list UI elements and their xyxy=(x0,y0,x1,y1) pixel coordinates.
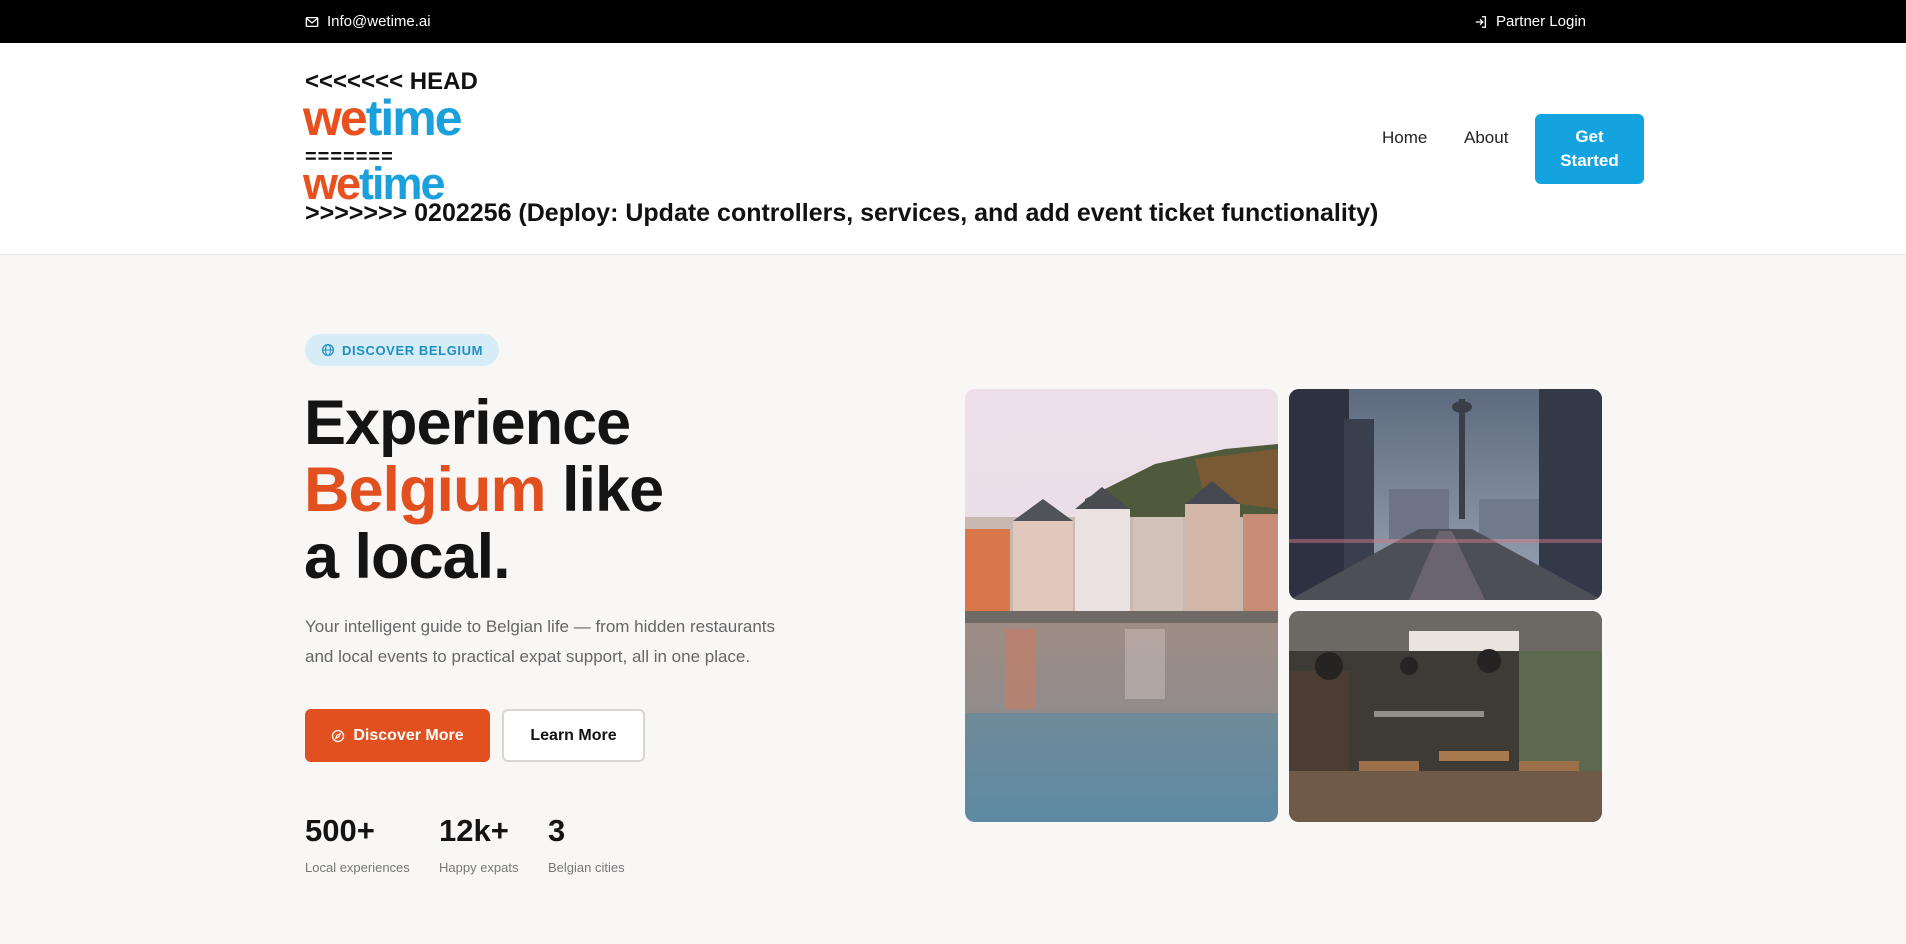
site-header: <<<<<<< HEAD wetime ======= wetime >>>>>… xyxy=(0,43,1906,255)
top-bar: Info@wetime.ai Partner Login xyxy=(0,0,1906,43)
contact-email[interactable]: Info@wetime.ai xyxy=(305,0,431,43)
headline-line-1: Experience xyxy=(304,388,631,458)
photo-riverside-town xyxy=(965,389,1278,822)
stat-cities: 3 Belgian cities xyxy=(548,812,625,875)
logo[interactable]: wetime xyxy=(303,90,463,146)
stat-value: 500+ xyxy=(305,813,375,848)
login-icon xyxy=(1475,15,1486,28)
hero-subtitle: Your intelligent guide to Belgian life —… xyxy=(305,617,775,666)
discover-more-button[interactable]: Discover More xyxy=(305,709,490,762)
merge-conflict-tail: >>>>>>> 0202256 (Deploy: Update controll… xyxy=(305,199,1379,227)
partner-login-link[interactable]: Partner Login xyxy=(1474,0,1586,43)
headline-line-2: like xyxy=(545,455,664,525)
logo-we: we xyxy=(303,90,368,146)
badge-text: DISCOVER BELGIUM xyxy=(342,342,484,358)
learn-more-button[interactable]: Learn More xyxy=(502,709,645,762)
stat-value: 12k+ xyxy=(439,813,509,848)
compass-icon xyxy=(332,729,345,742)
get-started-button[interactable]: Get Started xyxy=(1535,114,1644,184)
globe-icon xyxy=(321,343,335,357)
mail-icon xyxy=(305,16,319,27)
stat-label: Happy expats xyxy=(439,860,519,875)
email-text: Info@wetime.ai xyxy=(327,13,431,30)
discover-badge: DISCOVER BELGIUM xyxy=(305,334,500,366)
photo-cafe-interior xyxy=(1289,611,1602,822)
logo-time: time xyxy=(365,90,463,146)
discover-more-label: Discover More xyxy=(353,726,464,744)
nav-about[interactable]: About xyxy=(1464,108,1508,168)
nav-home[interactable]: Home xyxy=(1382,108,1427,168)
stat-label: Local experiences xyxy=(305,860,410,875)
stat-label: Belgian cities xyxy=(548,860,625,875)
stat-value: 3 xyxy=(548,813,566,848)
photo-city-tower xyxy=(1289,389,1602,600)
headline-accent: Belgium xyxy=(304,455,547,525)
stat-expats: 12k+ Happy expats xyxy=(439,812,519,875)
partner-login-text: Partner Login xyxy=(1495,13,1586,30)
headline-line-3: a local. xyxy=(304,522,511,592)
stat-experiences: 500+ Local experiences xyxy=(305,812,410,875)
hero-headline: Experience Belgium like a local. xyxy=(304,388,664,592)
